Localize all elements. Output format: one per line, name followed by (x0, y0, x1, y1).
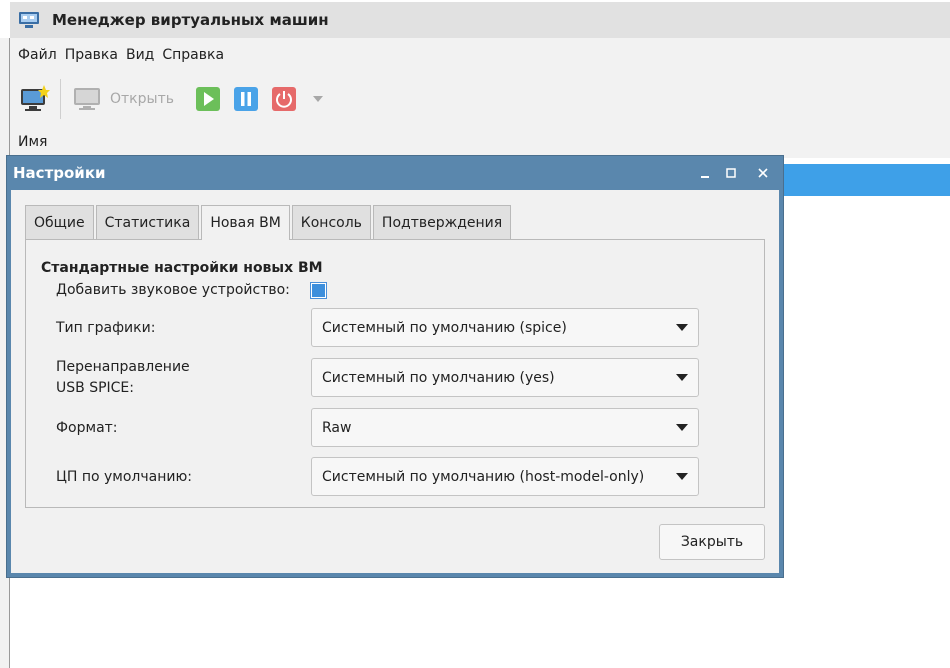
toolbar-separator (60, 79, 61, 119)
cpu-label: ЦП по умолчанию: (56, 469, 192, 485)
shutdown-button[interactable] (271, 87, 296, 111)
usb-combo[interactable]: Системный по умолчанию (yes) (311, 358, 699, 397)
menu-help[interactable]: Справка (162, 47, 224, 63)
dialog-title: Настройки (13, 164, 106, 182)
usb-combo-value: Системный по умолчанию (yes) (322, 369, 555, 386)
dialog-body: Общие Статистика Новая ВМ Консоль Подтве… (11, 190, 779, 573)
shutdown-dropdown-button[interactable] (312, 95, 324, 103)
new-vm-button[interactable] (20, 85, 50, 113)
tab-new-vm[interactable]: Новая ВМ (201, 205, 290, 240)
minimize-icon (701, 176, 709, 178)
run-button[interactable] (195, 87, 220, 111)
dropdown-arrow-icon (676, 374, 688, 381)
monitor-icon (74, 88, 100, 110)
tab-stats[interactable]: Статистика (95, 205, 200, 239)
dropdown-arrow-icon (676, 324, 688, 331)
dropdown-arrow-icon (676, 473, 688, 480)
usb-label-line1: Перенаправление (56, 359, 190, 375)
tab-general[interactable]: Общие (25, 205, 94, 239)
close-button[interactable]: Закрыть (659, 524, 765, 560)
open-button-label: Открыть (110, 91, 174, 107)
power-icon (271, 87, 296, 111)
menubar: Файл Правка Вид Справка (10, 38, 950, 72)
maximize-button[interactable] (721, 163, 741, 183)
tab-bar: Общие Статистика Новая ВМ Консоль Подтве… (25, 205, 513, 240)
virt-manager-icon (19, 12, 39, 28)
section-title: Стандартные настройки новых ВМ (41, 260, 323, 276)
maximize-icon (726, 168, 736, 178)
checkbox-checked-mark (312, 284, 325, 297)
graphics-combo-value: Системный по умолчанию (spice) (322, 319, 567, 336)
dropdown-arrow-icon (312, 96, 323, 102)
graphics-combo[interactable]: Системный по умолчанию (spice) (311, 308, 699, 347)
menu-edit[interactable]: Правка (65, 47, 118, 63)
play-icon (195, 87, 220, 111)
close-window-button[interactable] (753, 163, 773, 183)
format-label: Формат: (56, 420, 118, 436)
sound-label: Добавить звуковое устройство: (56, 282, 290, 298)
main-titlebar: Менеджер виртуальных машин (10, 2, 950, 38)
toolbar: Открыть (10, 72, 950, 126)
pause-icon (233, 87, 258, 111)
new-vm-icon (21, 85, 50, 111)
menu-file[interactable]: Файл (18, 47, 57, 63)
format-combo-value: Raw (322, 419, 352, 436)
close-icon (758, 168, 768, 178)
format-combo[interactable]: Raw (311, 408, 699, 447)
sound-checkbox[interactable] (310, 282, 327, 299)
cpu-combo[interactable]: Системный по умолчанию (host-model-only) (311, 457, 699, 496)
pause-button[interactable] (233, 87, 258, 111)
new-vm-panel: Стандартные настройки новых ВМ Добавить … (25, 239, 765, 508)
column-name-header[interactable]: Имя (18, 134, 47, 150)
main-window-title: Менеджер виртуальных машин (52, 11, 329, 29)
tab-confirmations[interactable]: Подтверждения (372, 205, 512, 239)
tab-console[interactable]: Консоль (291, 205, 371, 239)
preferences-dialog: Настройки Общие Статистика Новая ВМ Конс… (6, 155, 784, 578)
usb-label-line2: USB SPICE: (56, 380, 134, 396)
vm-list-selected-row[interactable] (783, 164, 950, 196)
dialog-titlebar: Настройки (7, 156, 783, 190)
dropdown-arrow-icon (676, 424, 688, 431)
graphics-label: Тип графики: (56, 320, 156, 336)
cpu-combo-value: Системный по умолчанию (host-model-only) (322, 468, 645, 485)
vm-list-header: Имя (10, 126, 950, 158)
open-button[interactable]: Открыть (73, 86, 196, 112)
menu-view[interactable]: Вид (126, 47, 154, 63)
minimize-button[interactable] (695, 163, 715, 183)
